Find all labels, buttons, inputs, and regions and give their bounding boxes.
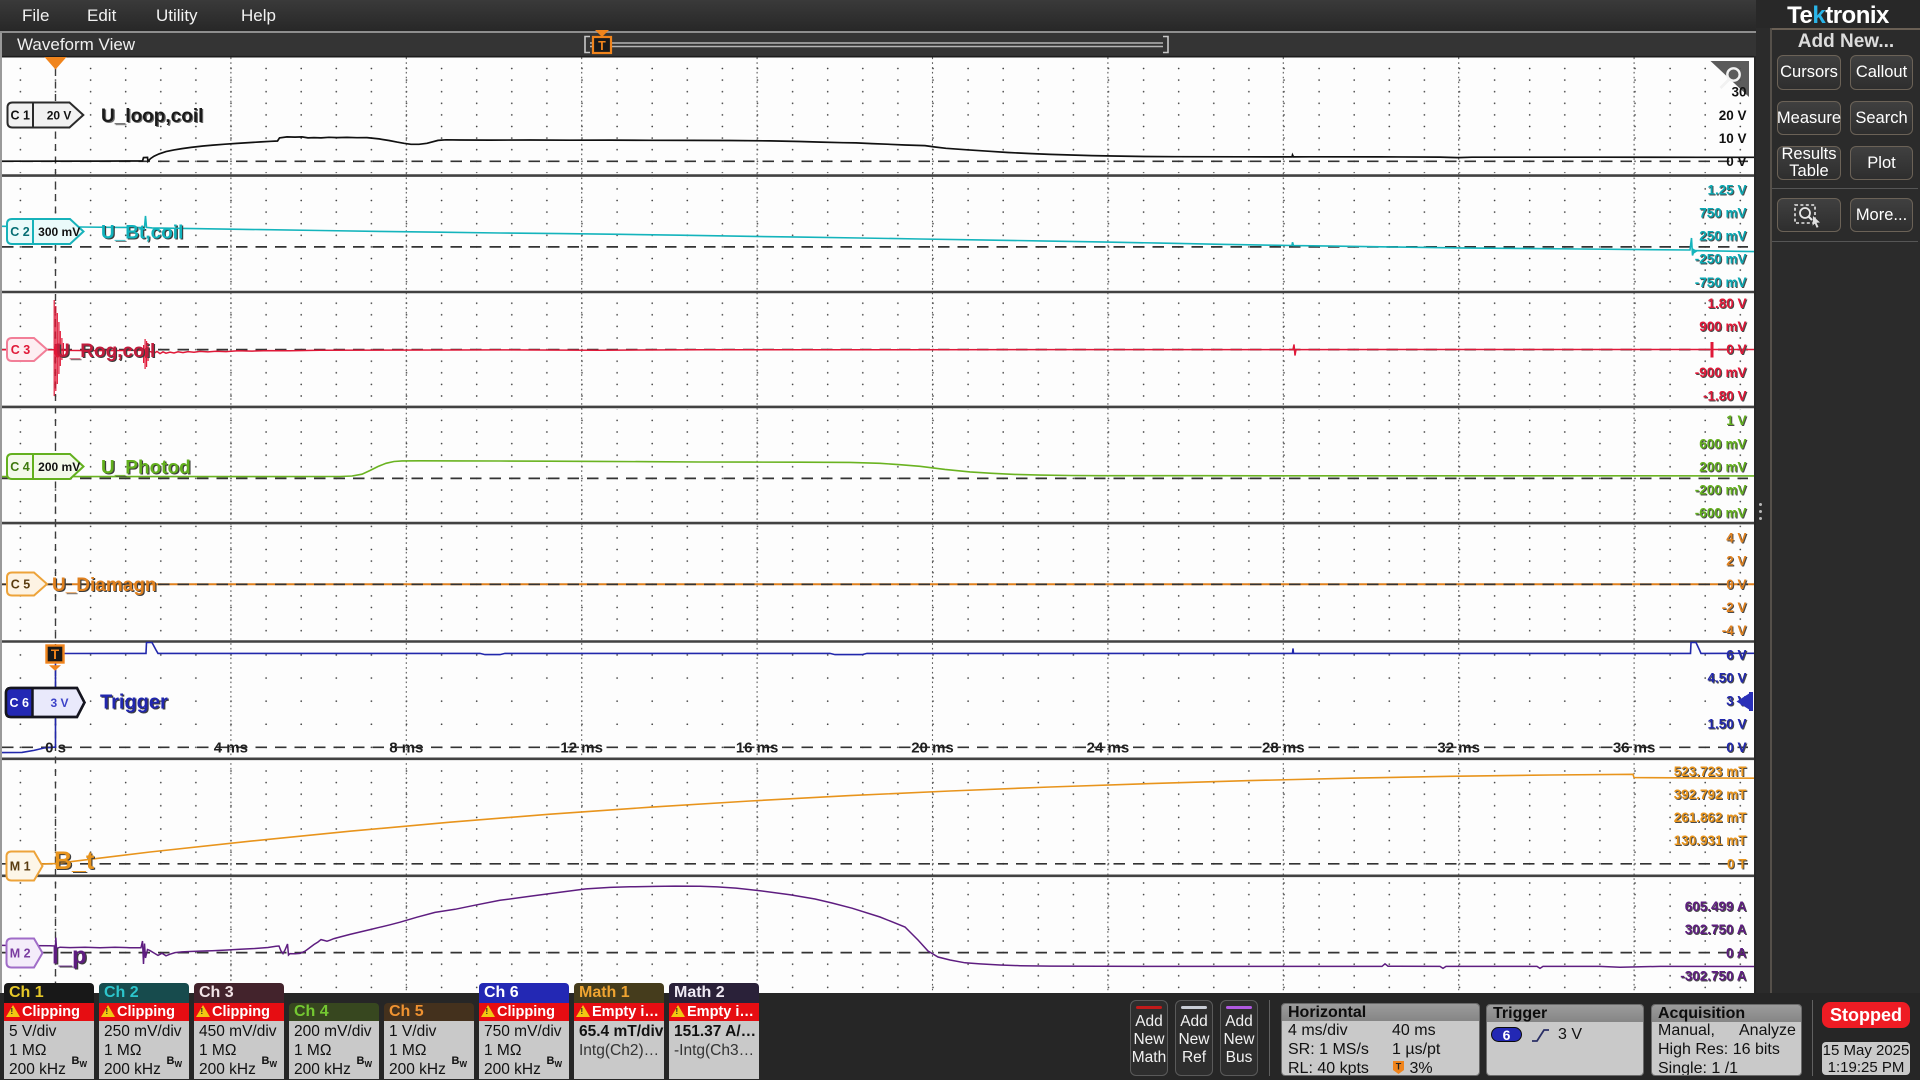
svg-text:-250 mV: -250 mV (1695, 252, 1747, 267)
svg-text:U_Diamagn: U_Diamagn (52, 575, 157, 596)
svg-text:I_p: I_p (52, 943, 87, 970)
svg-text:B_t: B_t (54, 847, 95, 875)
svg-text:130.931 mT: 130.931 mT (1674, 833, 1748, 848)
svg-text:T: T (51, 647, 60, 662)
svg-text:8 ms: 8 ms (389, 740, 423, 757)
svg-text:C 2: C 2 (10, 225, 30, 239)
svg-text:C 6: C 6 (9, 696, 29, 710)
svg-text:0 V: 0 V (1726, 342, 1746, 357)
svg-text:T: T (1396, 1062, 1402, 1072)
svg-text:30: 30 (1731, 85, 1746, 100)
svg-text:Trigger: Trigger (100, 692, 168, 714)
svg-text:4 V: 4 V (1726, 531, 1746, 546)
svg-text:20 V: 20 V (1719, 108, 1747, 123)
svg-text:-1.80 V: -1.80 V (1703, 388, 1747, 403)
svg-text:261.862 mT: 261.862 mT (1674, 810, 1748, 825)
svg-text:605.499 A: 605.499 A (1685, 899, 1747, 914)
svg-text:20 V: 20 V (47, 108, 72, 122)
svg-text:C 4: C 4 (10, 460, 30, 474)
svg-text:600 mV: 600 mV (1699, 436, 1746, 451)
svg-text:36 ms: 36 ms (1613, 740, 1656, 757)
svg-text:300 mV: 300 mV (38, 225, 80, 239)
svg-text:250 mV: 250 mV (1699, 229, 1746, 244)
svg-text:4.50 V: 4.50 V (1707, 671, 1746, 686)
svg-text:0 A: 0 A (1726, 945, 1747, 960)
svg-text:C 1: C 1 (10, 109, 30, 123)
svg-text:32 ms: 32 ms (1437, 740, 1480, 757)
svg-text:-302.750 A: -302.750 A (1680, 968, 1747, 983)
svg-text:12 ms: 12 ms (560, 740, 603, 757)
svg-text:-4 V: -4 V (1722, 623, 1747, 638)
svg-text:-200 mV: -200 mV (1695, 483, 1747, 498)
svg-text:0 V: 0 V (1726, 740, 1746, 755)
svg-text:24 ms: 24 ms (1087, 740, 1130, 757)
svg-text:200 mV: 200 mV (38, 460, 80, 474)
svg-text:900 mV: 900 mV (1699, 319, 1746, 334)
svg-text:C 3: C 3 (11, 343, 31, 357)
svg-text:10 V: 10 V (1719, 131, 1747, 146)
svg-text:1.50 V: 1.50 V (1707, 717, 1746, 732)
svg-text:U_Rog,coil: U_Rog,coil (56, 341, 155, 362)
svg-text:M 1: M 1 (10, 860, 31, 874)
svg-text:-600 mV: -600 mV (1695, 506, 1747, 521)
svg-text:-900 mV: -900 mV (1695, 365, 1747, 380)
svg-text:4 ms: 4 ms (214, 740, 248, 757)
svg-text:200 mV: 200 mV (1699, 459, 1746, 474)
svg-text:302.750 A: 302.750 A (1685, 922, 1747, 937)
svg-text:U_loop,coil: U_loop,coil (101, 106, 203, 127)
svg-text:0 V: 0 V (1726, 154, 1746, 169)
svg-text:U_Bt,coil: U_Bt,coil (101, 223, 183, 244)
svg-text:1.25 V: 1.25 V (1707, 182, 1746, 197)
svg-text:523.723 mT: 523.723 mT (1674, 764, 1748, 779)
svg-text:-2 V: -2 V (1722, 600, 1747, 615)
svg-text:28 ms: 28 ms (1262, 740, 1305, 757)
svg-text:M 2: M 2 (10, 947, 31, 961)
svg-text:750 mV: 750 mV (1699, 206, 1746, 221)
svg-text:6 V: 6 V (1726, 647, 1746, 662)
svg-text:16 ms: 16 ms (736, 740, 779, 757)
svg-text:0 V: 0 V (1726, 577, 1746, 592)
svg-text:2 V: 2 V (1726, 554, 1746, 569)
svg-text:C 5: C 5 (11, 578, 31, 592)
svg-text:0 T: 0 T (1727, 856, 1747, 871)
svg-text:-750 mV: -750 mV (1695, 275, 1747, 290)
svg-text:0 s: 0 s (45, 740, 66, 757)
svg-text:U_Photod: U_Photod (101, 458, 191, 479)
svg-text:20 ms: 20 ms (911, 740, 954, 757)
svg-text:392.792 mT: 392.792 mT (1674, 787, 1748, 802)
svg-text:1.80 V: 1.80 V (1707, 296, 1746, 311)
svg-text:1 V: 1 V (1726, 413, 1746, 428)
svg-text:3 V: 3 V (50, 696, 68, 710)
